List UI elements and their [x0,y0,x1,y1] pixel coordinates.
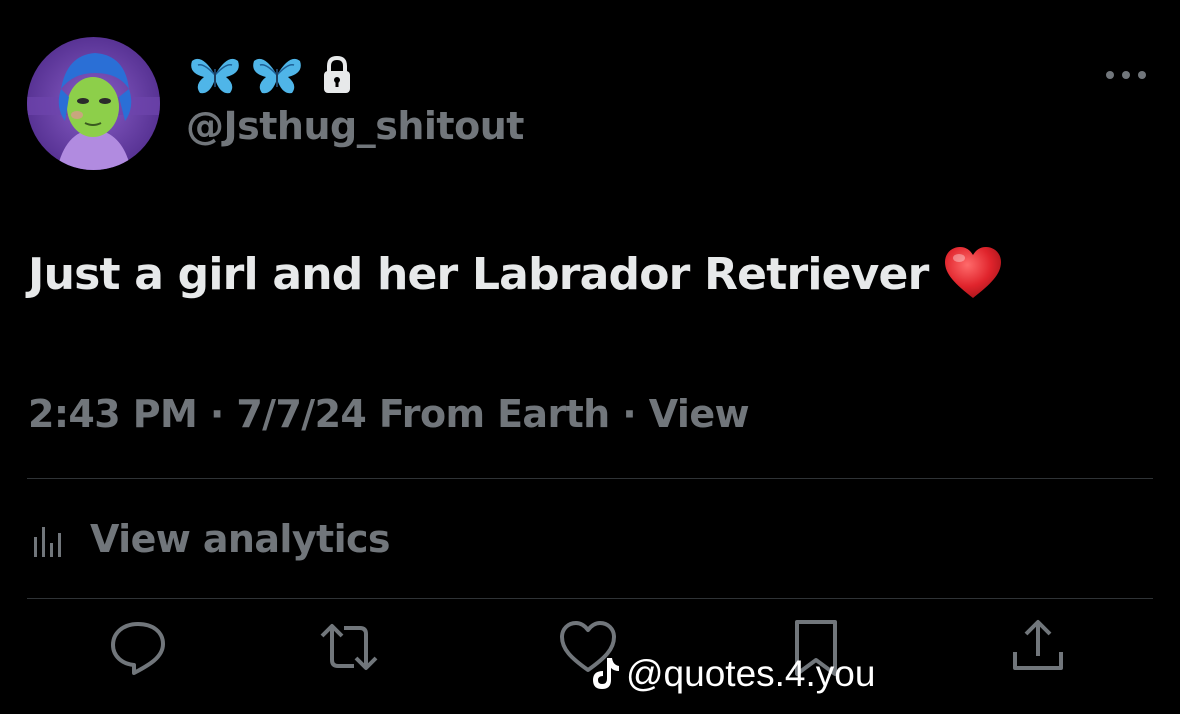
tweet-text: Just a girl and her Labrador Retriever [28,244,1003,304]
meta-separator: · [609,392,649,436]
avatar[interactable] [27,37,160,170]
tweet-source: From Earth [366,392,610,436]
meta-separator: · [197,392,237,436]
more-options-icon[interactable] [1104,66,1148,84]
tweet-meta: 2:43 PM · 7/7/24 From Earth · View [28,392,750,436]
analytics-label: View analytics [90,517,391,561]
tiktok-watermark: @quotes.4.you [590,652,875,696]
view-analytics-button[interactable]: View analytics [30,512,391,566]
heart-emoji [944,247,1001,298]
tweet-date: 7/7/24 [236,392,367,436]
butterfly-icon [253,58,301,94]
analytics-icon [34,527,61,557]
divider [27,478,1153,479]
reply-icon[interactable] [107,616,169,678]
butterfly-icon [191,58,239,94]
author-handle[interactable]: @Jsthug_shitout [186,104,524,148]
tweet-time: 2:43 PM [28,392,198,436]
display-name[interactable] [190,52,354,98]
divider [27,598,1153,599]
tweet-body: Just a girl and her Labrador Retriever [28,248,929,300]
retweet-icon[interactable] [318,616,380,678]
view-link[interactable]: View [649,392,750,436]
watermark-text: @quotes.4.you [626,653,876,694]
tiktok-icon [593,658,619,689]
lock-icon [324,55,350,93]
share-icon[interactable] [1007,616,1069,678]
